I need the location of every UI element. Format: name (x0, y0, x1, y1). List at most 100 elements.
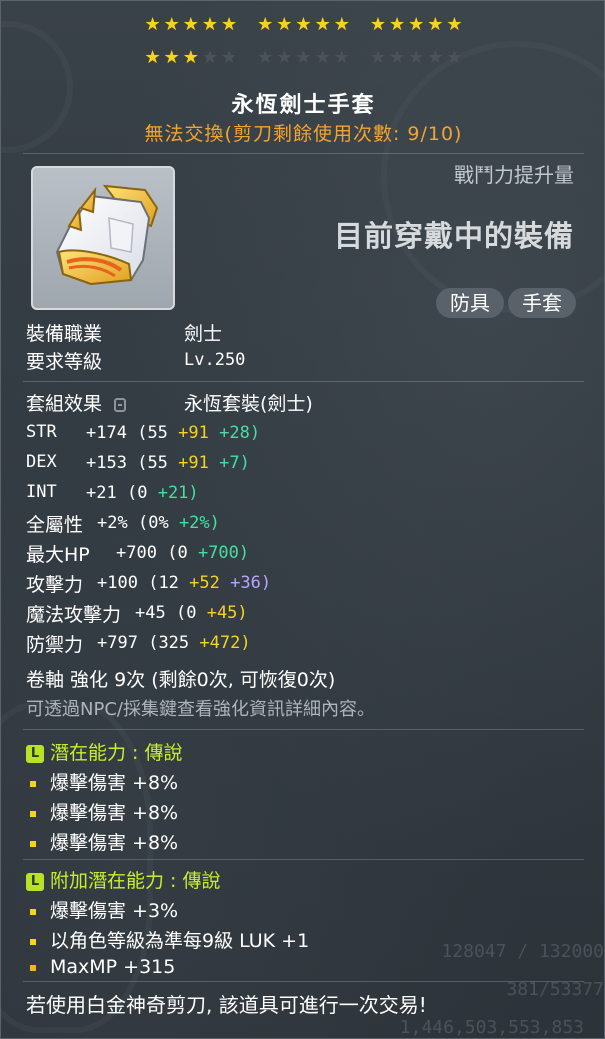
item-name: 永恆劍士手套 (231, 93, 376, 118)
additional-potential-header: L 附加潛在能力 : 傳說 (26, 866, 220, 893)
stat-base: (0% (137, 513, 169, 533)
level-label: 要求等級 (26, 351, 103, 373)
divider (23, 981, 584, 982)
job-requirement-row: 裝備職業 劍士 (26, 319, 222, 346)
star-empty-icon: ★ (295, 47, 312, 68)
potential-line: 爆擊傷害 +8% (26, 798, 178, 825)
stat-extra: +21) (157, 483, 199, 503)
star-filled-icon: ★ (369, 14, 386, 35)
stat-extra: +28) (219, 423, 261, 443)
star-filled-icon: ★ (427, 14, 444, 35)
star-filled-icon: ★ (276, 14, 293, 35)
star-empty-icon: ★ (388, 47, 406, 68)
star-filled-icon: ★ (163, 47, 180, 68)
stat-label: 全屬性 (26, 514, 84, 536)
bullet-icon (30, 810, 36, 817)
legendary-grade-icon: L (26, 872, 44, 891)
stat-total: +700 (116, 543, 157, 563)
stat-extra: +7) (219, 453, 250, 473)
star-filled-icon: ★ (182, 47, 199, 68)
job-value: 劍士 (184, 323, 223, 345)
stat-bonus: +52 (189, 573, 220, 593)
star-empty-icon: ★ (446, 47, 463, 68)
potential-line: MaxMP +315 (26, 956, 175, 978)
star-empty-icon: ★ (369, 47, 386, 68)
stat-label: 攻擊力 (26, 574, 84, 596)
stat-row: 全屬性 +2% (0% +2%) (26, 510, 220, 537)
platinum-scissors-note: 若使用白金神奇剪刀, 該道具可進行一次交易! (26, 993, 427, 1017)
stat-label: DEX (26, 452, 57, 472)
star-force-row-2: ★ ★ ★ ★ ★ ★ ★ ★ ★ ★ ★ ★ ★ ★ ★ (1, 47, 604, 68)
potential-line: 以角色等級為準每9級 LUK +1 (26, 926, 309, 953)
star-empty-icon: ★ (333, 47, 350, 68)
star-filled-icon: ★ (182, 14, 199, 35)
item-icon-frame[interactable] (31, 166, 175, 310)
stat-total: +21 (86, 483, 117, 503)
background-hp-readout: 128047 / 132000 (441, 941, 604, 962)
job-label: 裝備職業 (26, 323, 103, 345)
category-tag-gloves: 手套 (508, 288, 576, 318)
stat-values: +797 (325 +472) (97, 633, 251, 653)
star-empty-icon: ★ (408, 47, 425, 68)
stat-extra: +2%) (178, 513, 220, 533)
stat-values: +700 (0 +700) (116, 543, 249, 563)
item-tooltip-panel: 128047 / 132000 381/53377 1,446,503,553,… (0, 0, 605, 1039)
stat-row: STR +174 (55 +91 +28) (26, 420, 260, 443)
stat-total: +797 (97, 633, 138, 653)
upgrade-info-hint: 可透過NPC/採集鍵查看強化資訊詳細內容。 (26, 699, 375, 720)
stat-values: +21 (0 +21) (86, 483, 199, 503)
currently-equipped-label: 目前穿戴中的裝備 (333, 219, 574, 253)
bullet-icon (30, 908, 36, 915)
stat-row: 攻擊力 +100 (12 +52 +36) (26, 570, 271, 597)
stat-label: 最大HP (26, 544, 90, 566)
stat-total: +100 (97, 573, 138, 593)
star-filled-icon: ★ (221, 14, 238, 35)
set-effect-value: 永恆套裝(劍士) (184, 393, 313, 415)
star-filled-icon: ★ (408, 14, 425, 35)
star-group: ★ ★ ★ ★ ★ (257, 15, 350, 35)
stat-base: (0 (175, 603, 197, 623)
star-empty-icon: ★ (276, 47, 293, 68)
stat-total: +153 (86, 453, 127, 473)
combat-power-change-label: 戰鬥力提升量 (454, 163, 574, 187)
star-filled-icon: ★ (314, 14, 331, 35)
lock-icon[interactable] (114, 397, 127, 412)
stat-extra: +700) (197, 543, 250, 563)
stat-total: +174 (86, 423, 127, 443)
potential-header: L 潛在能力 : 傳說 (26, 738, 182, 765)
potential-line-text: 爆擊傷害 +3% (50, 900, 179, 922)
star-filled-icon: ★ (201, 14, 218, 35)
star-empty-icon: ★ (427, 47, 444, 68)
stat-bonus: +45) (206, 603, 248, 623)
star-empty-icon: ★ (201, 47, 218, 68)
level-requirement-row: 要求等級 Lv.250 (26, 347, 245, 374)
star-filled-icon: ★ (446, 14, 463, 35)
stat-label: 防禦力 (26, 634, 84, 656)
star-group: ★ ★ ★ ★ ★ (144, 48, 237, 68)
divider (23, 153, 584, 154)
star-filled-icon: ★ (144, 14, 161, 35)
stat-total: +2% (97, 513, 128, 533)
divider (23, 381, 584, 382)
stat-row: 防禦力 +797 (325 +472) (26, 630, 251, 657)
potential-line-text: 爆擊傷害 +8% (50, 772, 179, 794)
stat-label: 魔法攻擊力 (26, 604, 122, 626)
stat-values: +174 (55 +91 +28) (86, 423, 260, 443)
star-group: ★ ★ ★ ★ ★ (370, 15, 463, 35)
bullet-icon (30, 964, 36, 971)
stat-bonus: +472) (199, 633, 251, 653)
trade-restriction-note: 無法交換(剪刀剩餘使用次數: 9/10) (144, 123, 463, 145)
stat-row: 最大HP +700 (0 +700) (26, 540, 249, 567)
potential-line-text: MaxMP +315 (50, 956, 176, 978)
bullet-icon (30, 938, 36, 945)
legendary-grade-icon: L (26, 744, 44, 763)
stat-row: INT +21 (0 +21) (26, 480, 199, 503)
stat-base: (0 (126, 483, 148, 503)
potential-line: 爆擊傷害 +8% (26, 828, 178, 855)
potential-line: 爆擊傷害 +8% (26, 768, 178, 795)
background-exp-readout: 1,446,503,553,853 (399, 1017, 584, 1038)
stat-values: +2% (0% +2%) (97, 513, 220, 533)
star-filled-icon: ★ (388, 14, 406, 35)
star-force-row-1: ★ ★ ★ ★ ★ ★ ★ ★ ★ ★ ★ ★ ★ ★ ★ (1, 14, 604, 35)
bullet-icon (30, 840, 36, 847)
